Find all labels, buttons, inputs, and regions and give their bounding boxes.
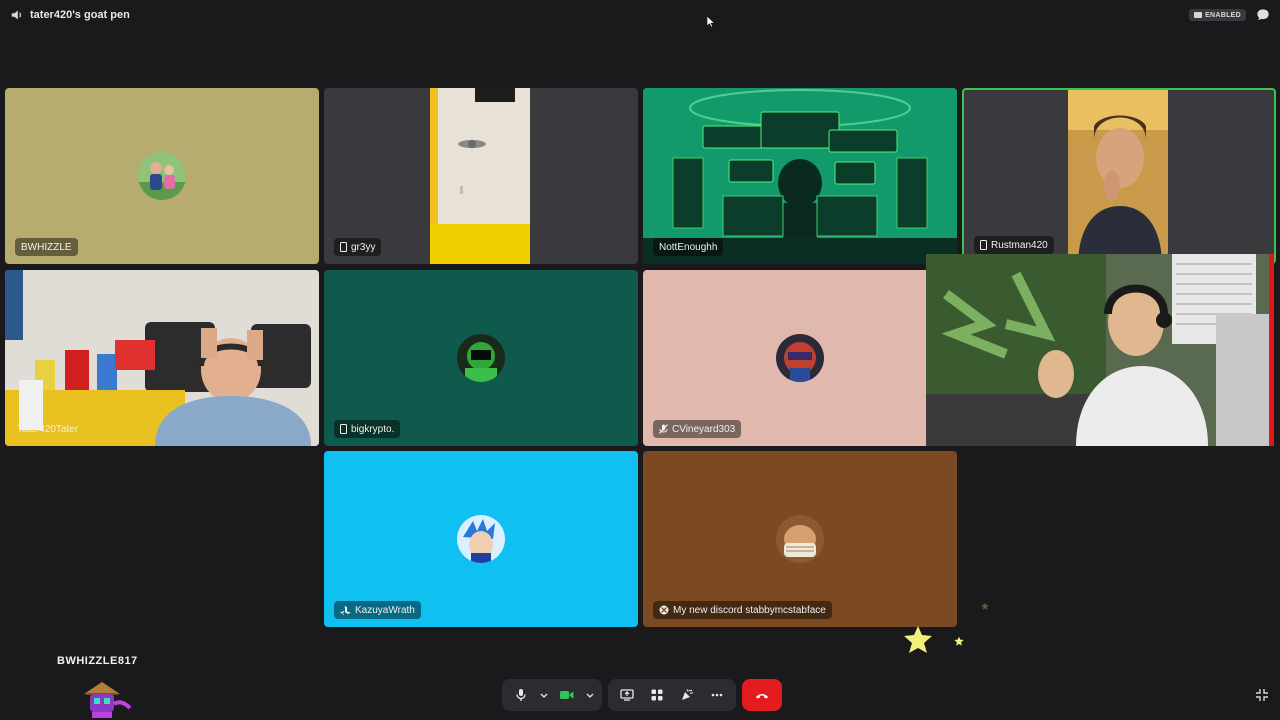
- xbox-icon: [659, 605, 669, 615]
- nametag: NottEnoughh: [653, 238, 724, 256]
- microphone-button[interactable]: [508, 682, 534, 708]
- participant-tile-nottenoughh[interactable]: NottEnoughh: [643, 88, 957, 264]
- mouse-cursor-icon: [707, 16, 715, 28]
- star-icon: [954, 636, 964, 646]
- disconnect-button[interactable]: [742, 679, 782, 711]
- call-controls: [502, 679, 782, 711]
- av-controls-group: [502, 679, 602, 711]
- participant-tile-stabbymcstabface[interactable]: My new discord stabbymcstabface: [643, 451, 957, 627]
- avatar: [457, 334, 505, 382]
- avatar: [776, 334, 824, 382]
- webcam-feed: [926, 254, 1269, 446]
- avatar: [457, 515, 505, 563]
- activities-button[interactable]: [644, 682, 670, 708]
- participant-tile-bwhizzle[interactable]: BWHIZZLE: [5, 88, 319, 264]
- nametag: CVineyard303: [653, 420, 742, 438]
- mobile-icon: [340, 424, 347, 434]
- mobile-icon: [980, 240, 987, 250]
- screen-share-icon: [620, 689, 634, 701]
- participant-tile-tater420tater[interactable]: Tater420Tater: [5, 270, 319, 446]
- microphone-icon: [516, 689, 526, 701]
- star-icon: [904, 626, 932, 653]
- soundboard-button[interactable]: [674, 682, 700, 708]
- participant-name: CVineyard303: [672, 423, 736, 435]
- playstation-icon: [340, 605, 351, 615]
- participant-name: BWHIZZLE: [21, 241, 72, 253]
- badge-label: ENABLED: [1205, 11, 1241, 19]
- streamer-webcam-overlay: [926, 254, 1274, 446]
- participant-name: My new discord stabbymcstabface: [673, 604, 826, 616]
- more-options-button[interactable]: [704, 682, 730, 708]
- channel-name: tater420's goat pen: [30, 9, 130, 21]
- top-bar: tater420's goat pen ENABLED: [0, 0, 1280, 30]
- participant-name: KazuyaWrath: [355, 604, 415, 616]
- activity-controls-group: [608, 679, 736, 711]
- participant-tile-bigkrypto[interactable]: bigkrypto.: [324, 270, 638, 446]
- activities-icon: [651, 689, 663, 701]
- nametag: gr3yy: [334, 238, 382, 256]
- more-icon: [711, 693, 723, 697]
- chevron-down-icon: [586, 693, 594, 698]
- participant-tile-cvineyard303[interactable]: CVineyard303: [643, 270, 957, 446]
- camera-icon: [560, 691, 574, 699]
- participant-tile-rustman420[interactable]: Rustman420: [962, 88, 1276, 264]
- hang-up-icon: [756, 693, 768, 698]
- chat-icon[interactable]: [1256, 8, 1270, 22]
- nametag: KazuyaWrath: [334, 601, 421, 619]
- badge-icon: [1194, 12, 1203, 18]
- participant-name: gr3yy: [351, 241, 376, 253]
- participant-name: Rustman420: [991, 239, 1048, 251]
- microphone-options-button[interactable]: [538, 682, 550, 708]
- nametag: Tater420Tater: [11, 420, 84, 438]
- nametag: My new discord stabbymcstabface: [653, 601, 832, 619]
- nametag: Rustman420: [974, 236, 1054, 254]
- nametag: bigkrypto.: [334, 420, 401, 438]
- mascot-logo: [84, 682, 132, 718]
- participant-tile-gr3yy[interactable]: gr3yy: [324, 88, 638, 264]
- video-feed: [1068, 90, 1168, 262]
- mobile-icon: [340, 242, 347, 252]
- muted-microphone-icon: [659, 424, 668, 434]
- avatar: [138, 152, 186, 200]
- participant-tile-kazuyawrath[interactable]: KazuyaWrath: [324, 451, 638, 627]
- video-feed: [430, 88, 530, 264]
- avatar: [776, 515, 824, 563]
- enabled-badge[interactable]: ENABLED: [1189, 9, 1246, 21]
- overlay-username: BWHIZZLE817: [57, 655, 138, 667]
- chevron-down-icon: [540, 693, 548, 698]
- camera-options-button[interactable]: [584, 682, 596, 708]
- soundboard-icon: [682, 689, 694, 700]
- fullscreen-exit-icon[interactable]: [1255, 688, 1269, 702]
- participant-name: NottEnoughh: [659, 241, 718, 253]
- participant-name: bigkrypto.: [351, 423, 395, 435]
- speaker-icon: [11, 10, 22, 20]
- camera-button[interactable]: [554, 682, 580, 708]
- nametag: BWHIZZLE: [15, 238, 78, 256]
- participant-name: Tater420Tater: [17, 423, 79, 435]
- star-icon: [981, 602, 989, 610]
- screen-share-button[interactable]: [614, 682, 640, 708]
